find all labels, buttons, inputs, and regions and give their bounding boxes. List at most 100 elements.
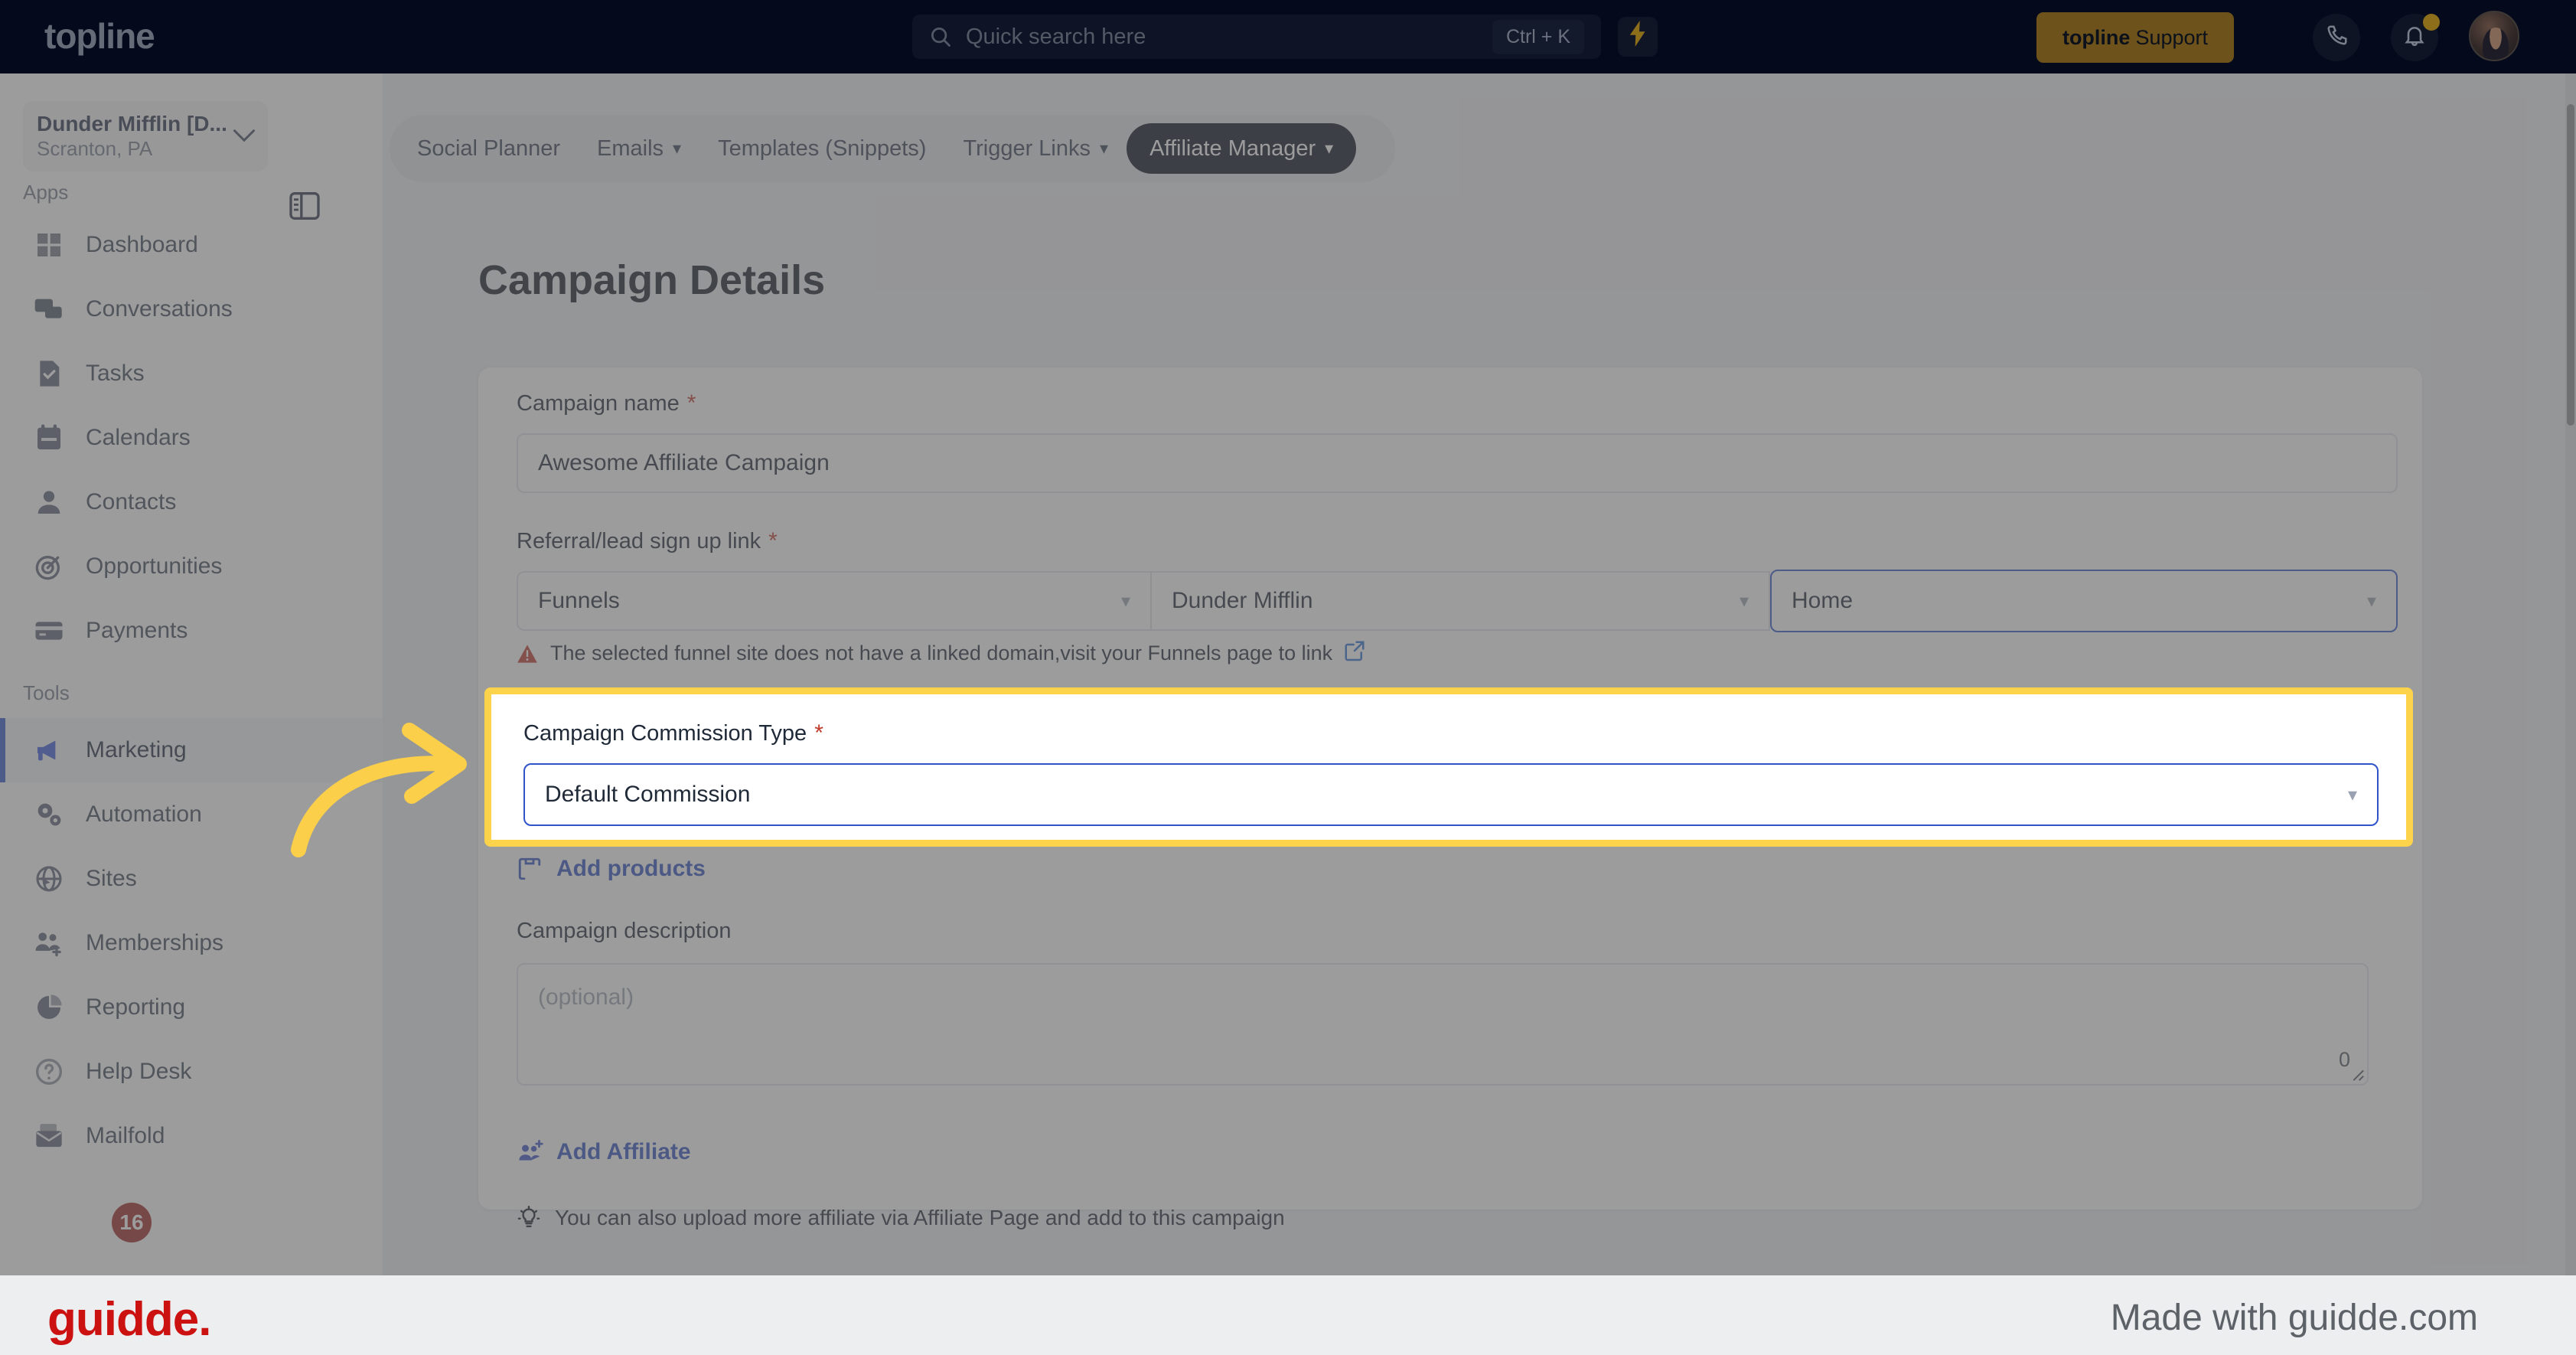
phone-button[interactable] xyxy=(2313,14,2360,61)
main-content: Social Planner Emails ▾ Templates (Snipp… xyxy=(383,73,2576,1275)
dashboard-icon xyxy=(34,230,64,260)
sidebar-item-label: Help Desk xyxy=(86,1059,192,1084)
add-people-icon xyxy=(517,1139,543,1165)
person-icon xyxy=(34,487,64,518)
sidebar-item-dashboard[interactable]: Dashboard xyxy=(0,213,383,277)
tab-label: Trigger Links xyxy=(963,136,1091,161)
task-check-icon xyxy=(34,358,64,389)
sidebar-item-opportunities[interactable]: Opportunities xyxy=(0,534,383,599)
warning-text: The selected funnel site does not have a… xyxy=(550,642,1333,664)
calendar-icon xyxy=(34,423,64,453)
sidebar-item-label: Tasks xyxy=(86,361,145,386)
tab-label: Templates (Snippets) xyxy=(718,136,927,161)
add-affiliate-label: Add Affiliate xyxy=(556,1139,691,1164)
sidebar-item-tasks[interactable]: Tasks xyxy=(0,341,383,406)
quick-actions-button[interactable] xyxy=(1618,17,1658,57)
org-name: Dunder Mifflin [D... xyxy=(37,112,227,136)
referral-page-value: Home xyxy=(1792,588,1854,613)
add-affiliate-button[interactable]: Add Affiliate xyxy=(517,1139,691,1165)
marketing-tabbar: Social Planner Emails ▾ Templates (Snipp… xyxy=(390,115,1395,182)
question-circle-icon xyxy=(34,1056,64,1087)
sidebar-item-contacts[interactable]: Contacts xyxy=(0,470,383,534)
lightbulb-icon xyxy=(517,1206,541,1230)
warning-triangle-icon xyxy=(517,644,538,664)
notification-indicator-dot xyxy=(2423,14,2440,31)
scrollbar-thumb[interactable] xyxy=(2567,104,2574,426)
campaign-description-placeholder: (optional) xyxy=(538,984,634,1010)
support-brand: topline xyxy=(2062,25,2131,49)
chat-bubbles-icon xyxy=(34,294,64,325)
gears-icon xyxy=(34,799,64,830)
referral-page-select[interactable]: Home ▾ xyxy=(1770,570,2398,632)
external-link-icon[interactable] xyxy=(1343,639,1366,668)
chevron-down-icon: ▾ xyxy=(2347,784,2357,805)
topline-support-button[interactable]: topline Support xyxy=(2036,12,2234,63)
add-product-icon xyxy=(517,856,543,882)
phone-icon xyxy=(2324,24,2349,52)
support-label: Support xyxy=(2135,25,2209,49)
org-switcher[interactable]: Dunder Mifflin [D... Scranton, PA xyxy=(23,101,268,171)
sidebar-item-help-desk[interactable]: Help Desk xyxy=(0,1040,383,1104)
top-navigation-bar: topline Quick search here Ctrl + K topli… xyxy=(0,0,2576,73)
search-placeholder: Quick search here xyxy=(966,24,1146,49)
required-asterisk: * xyxy=(814,720,823,746)
chevron-down-icon: ▾ xyxy=(1325,139,1334,158)
commission-type-highlight: Campaign Commission Type * Default Commis… xyxy=(484,687,2413,847)
tab-trigger-links[interactable]: Trigger Links ▾ xyxy=(944,123,1127,174)
org-location: Scranton, PA xyxy=(37,137,153,161)
campaign-name-value: Awesome Affiliate Campaign xyxy=(538,450,830,475)
resize-handle-icon[interactable] xyxy=(2348,1065,2365,1082)
label-text: Campaign name xyxy=(517,391,680,416)
page-title: Campaign Details xyxy=(478,257,826,303)
referral-source-type-value: Funnels xyxy=(538,588,620,613)
lightning-bolt-icon xyxy=(1628,21,1648,53)
campaign-name-input[interactable]: Awesome Affiliate Campaign xyxy=(517,433,2398,493)
commission-type-value: Default Commission xyxy=(545,782,751,807)
tab-affiliate-manager[interactable]: Affiliate Manager ▾ xyxy=(1127,123,1357,174)
commission-type-select[interactable]: Default Commission ▾ xyxy=(523,763,2379,826)
guidde-logo: guidde. xyxy=(47,1293,211,1346)
referral-source-type-select[interactable]: Funnels ▾ xyxy=(517,571,1150,631)
add-products-button[interactable]: Add products xyxy=(517,856,706,882)
sidebar-item-conversations[interactable]: Conversations xyxy=(0,277,383,341)
megaphone-icon xyxy=(34,735,64,766)
sidebar-item-label: Opportunities xyxy=(86,553,223,579)
sidebar: Dunder Mifflin [D... Scranton, PA Apps D… xyxy=(0,73,383,1355)
funnel-domain-warning: The selected funnel site does not have a… xyxy=(517,639,1366,668)
sidebar-item-label: Contacts xyxy=(86,489,177,514)
sidebar-item-payments[interactable]: Payments xyxy=(0,599,383,663)
sidebar-item-label: Payments xyxy=(86,618,188,643)
sidebar-item-memberships[interactable]: Memberships xyxy=(0,911,383,975)
sidebar-item-label: Conversations xyxy=(86,296,233,322)
tab-social-planner[interactable]: Social Planner xyxy=(399,123,579,174)
target-icon xyxy=(34,551,64,582)
sidebar-item-label: Automation xyxy=(86,802,202,827)
global-search-bar[interactable]: Quick search here Ctrl + K xyxy=(912,15,1601,59)
add-products-label: Add products xyxy=(556,856,706,881)
tab-label: Social Planner xyxy=(417,136,560,161)
search-icon xyxy=(929,25,952,48)
globe-cursor-icon xyxy=(34,864,64,894)
chevron-down-icon: ▾ xyxy=(1739,590,1749,612)
sidebar-item-label: Reporting xyxy=(86,994,186,1020)
search-shortcut-badge: Ctrl + K xyxy=(1492,19,1584,54)
campaign-description-label: Campaign description xyxy=(517,919,732,943)
sidebar-item-mailfold[interactable]: Mailfold xyxy=(0,1104,383,1168)
referral-site-value: Dunder Mifflin xyxy=(1172,588,1313,613)
sidebar-item-calendars[interactable]: Calendars xyxy=(0,406,383,470)
avatar[interactable] xyxy=(2469,11,2519,61)
credit-card-icon xyxy=(34,615,64,646)
campaign-description-textarea[interactable]: (optional) 0 xyxy=(517,963,2369,1086)
tab-templates-snippets[interactable]: Templates (Snippets) xyxy=(699,123,944,174)
referral-site-select[interactable]: Dunder Mifflin ▾ xyxy=(1150,571,1770,631)
page-scrollbar[interactable] xyxy=(2565,73,2576,1275)
sidebar-item-reporting[interactable]: Reporting xyxy=(0,975,383,1040)
label-text: Campaign Commission Type xyxy=(523,721,807,746)
tab-emails[interactable]: Emails ▾ xyxy=(579,123,699,174)
made-with-guidde-text: Made with guidde.com xyxy=(2110,1298,2478,1338)
label-text: Referral/lead sign up link xyxy=(517,529,761,553)
referral-link-label: Referral/lead sign up link * xyxy=(517,528,778,554)
sidebar-item-label: Memberships xyxy=(86,930,224,955)
tab-label: Emails xyxy=(597,136,664,161)
affiliate-upload-tip: You can also upload more affiliate via A… xyxy=(517,1206,1285,1230)
